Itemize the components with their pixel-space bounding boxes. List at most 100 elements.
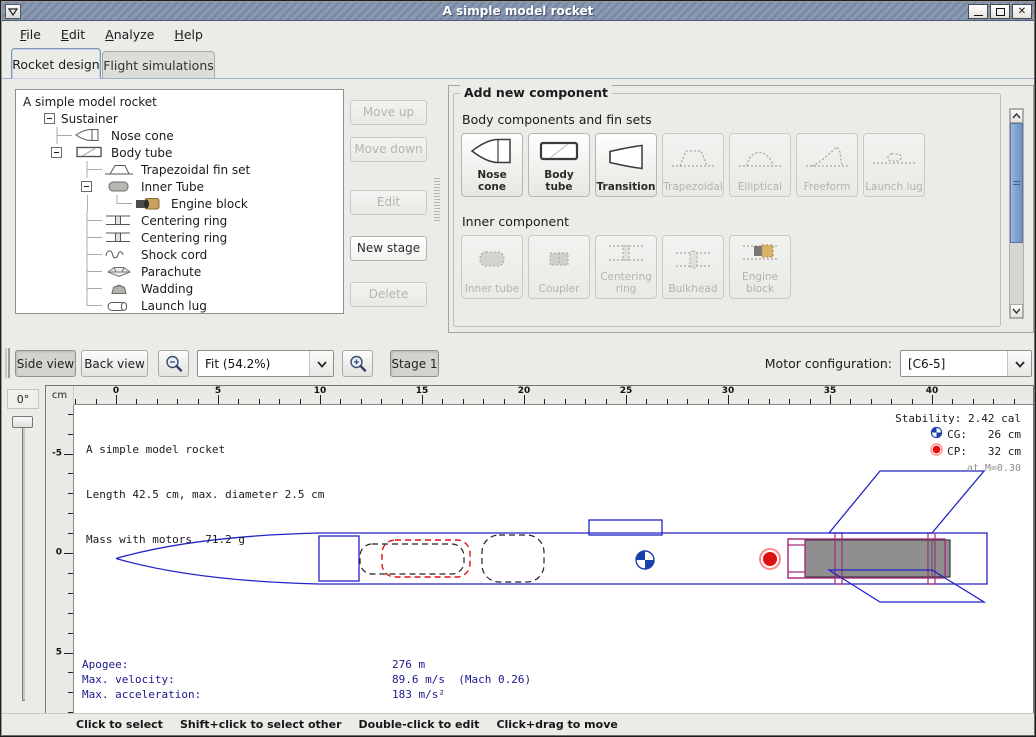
h-ruler-label: 40 (926, 386, 939, 396)
delete-button[interactable]: Delete (350, 282, 427, 307)
edit-button[interactable]: Edit (350, 190, 427, 215)
tree-item-label: Launch lug (141, 299, 207, 313)
component-button-label: Nose cone (462, 169, 522, 193)
add-bulkhead-button[interactable]: Bulkhead (662, 235, 724, 299)
tab-rocket-design[interactable]: Rocket design (11, 48, 101, 79)
flight-stat-label: Max. acceleration: (82, 687, 392, 702)
maximize-button[interactable] (990, 4, 1010, 19)
minimize-button[interactable] (968, 4, 988, 19)
tree-expander[interactable] (81, 181, 92, 192)
stability-label: CG: (947, 427, 967, 442)
h-ruler-label: 35 (824, 386, 837, 396)
fin-trapezoidal-icon (670, 134, 716, 181)
close-button[interactable]: ✕ (1012, 4, 1032, 19)
add-coupler-button[interactable]: Coupler (528, 235, 590, 299)
rotation-slider-handle[interactable] (12, 416, 33, 428)
window-menu-button[interactable] (5, 4, 21, 19)
status-hint: Click+drag to move (496, 718, 617, 731)
scrollbar-thumb[interactable] (1010, 123, 1023, 243)
menu-help[interactable]: Help (166, 24, 211, 45)
cg-icon (930, 426, 943, 443)
openrocket-window: A simple model rocket ✕ FileEditAnalyzeH… (0, 0, 1036, 737)
menu-edit[interactable]: Edit (53, 24, 93, 45)
tab-flight-simulations[interactable]: Flight simulations (102, 51, 215, 79)
rocket-dimensions-line: Length 42.5 cm, max. diameter 2.5 cm (86, 487, 324, 502)
tree-item-launch-lug[interactable]: Launch lug (16, 297, 343, 314)
rocket-design-pane: A simple model rocketSustainerNose coneB… (2, 78, 1034, 338)
tree-item-centering-ring[interactable]: Centering ring (16, 229, 343, 246)
cp-row: CP:32 cm (895, 443, 1021, 460)
scrollbar[interactable] (1009, 108, 1024, 319)
zoom-level-combo[interactable]: Fit (54.2%) (197, 350, 334, 377)
splitter-grip[interactable] (434, 176, 440, 222)
tree-item-wadding[interactable]: Wadding (16, 280, 343, 297)
shock-cord-outline[interactable] (360, 544, 464, 574)
tree-item-body-tube[interactable]: Body tube (16, 144, 343, 161)
stage-1-toggle[interactable]: Stage 1 (390, 350, 439, 377)
transition-icon (603, 134, 649, 181)
rocket-name-line: A simple model rocket (86, 442, 324, 457)
component-button-label: Freeform (804, 181, 851, 193)
new-stage-button[interactable]: New stage (350, 236, 427, 261)
tree-item-nose-cone[interactable]: Nose cone (16, 127, 343, 144)
status-hint: Double-click to edit (359, 718, 480, 731)
move-down-button[interactable]: Move down (350, 137, 427, 162)
component-button-label: Coupler (539, 283, 580, 295)
move-up-button[interactable]: Move up (350, 100, 427, 125)
h-ruler-label: 10 (314, 386, 327, 396)
component-button-label: Elliptical (738, 181, 782, 193)
add-trapezoidal-button[interactable]: Trapezoidal (662, 133, 724, 197)
zoom-out-button[interactable] (158, 350, 189, 377)
toolbar-grip[interactable] (5, 348, 10, 378)
nose-cone-shoulder[interactable] (319, 536, 359, 581)
scroll-up-button[interactable] (1010, 109, 1023, 123)
component-button-label: Body tube (529, 169, 589, 193)
parachute-outline[interactable] (482, 535, 544, 582)
side-view-button[interactable]: Side view (15, 350, 76, 377)
motor-combo-arrow[interactable] (1007, 351, 1031, 376)
tree-expander[interactable] (44, 113, 55, 124)
body-tube-icon (536, 134, 582, 169)
cg-marker (636, 551, 654, 569)
back-view-button[interactable]: Back view (81, 350, 148, 377)
menu-file[interactable]: File (12, 24, 49, 45)
add-nose-cone-button[interactable]: Nose cone (461, 133, 523, 197)
scrollbar-grip (1013, 181, 1020, 185)
tree-item-parachute[interactable]: Parachute (16, 263, 343, 280)
scroll-down-button[interactable] (1010, 304, 1023, 318)
add-launch-lug-button[interactable]: Launch lug (863, 133, 925, 197)
menu-analyze[interactable]: Analyze (97, 24, 162, 45)
add-transition-button[interactable]: Transition (595, 133, 657, 197)
tree-item-shock-cord[interactable]: Shock cord (16, 246, 343, 263)
rotation-slider-track[interactable] (22, 418, 25, 701)
add-body-tube-button[interactable]: Body tube (528, 133, 590, 197)
add-inner-tube-button[interactable]: Inner tube (461, 235, 523, 299)
component-tree[interactable]: A simple model rocketSustainerNose coneB… (15, 89, 344, 314)
tree-item-sustainer[interactable]: Sustainer (16, 110, 343, 127)
add-centering-ring-button[interactable]: Centering ring (595, 235, 657, 299)
zoom-level-value: Fit (54.2%) (198, 357, 309, 371)
h-ruler-label: 15 (416, 386, 429, 396)
window-title: A simple model rocket (2, 4, 1034, 18)
rocket-canvas[interactable]: A simple model rocket Length 42.5 cm, ma… (74, 405, 1033, 714)
fin-upper-outline[interactable] (829, 471, 984, 533)
add-elliptical-button[interactable]: Elliptical (729, 133, 791, 197)
tree-item-centering-ring[interactable]: Centering ring (16, 212, 343, 229)
tree-expander[interactable] (51, 147, 62, 158)
tree-root-item[interactable]: A simple model rocket (16, 93, 343, 110)
window-menu-icon (8, 8, 18, 16)
h-ruler-label: 25 (620, 386, 633, 396)
zoom-in-button[interactable] (342, 350, 373, 377)
tree-item-engine-block[interactable]: Engine block (16, 195, 343, 212)
tree-item-trapezoidal-fin-set[interactable]: Trapezoidal fin set (16, 161, 343, 178)
flight-stat-row: Max. acceleration:183 m/s² (82, 687, 531, 702)
zoom-combo-arrow[interactable] (309, 351, 333, 376)
add-freeform-button[interactable]: Freeform (796, 133, 858, 197)
coupler-icon (536, 236, 582, 283)
h-ruler-label: 20 (518, 386, 531, 396)
add-engine-block-button[interactable]: Engine block (729, 235, 791, 299)
motor-configuration-value: [C6-5] (901, 357, 1007, 371)
flight-stat-row: Apogee:276 m (82, 657, 531, 672)
tree-item-inner-tube[interactable]: Inner Tube (16, 178, 343, 195)
motor-configuration-combo[interactable]: [C6-5] (900, 350, 1032, 377)
